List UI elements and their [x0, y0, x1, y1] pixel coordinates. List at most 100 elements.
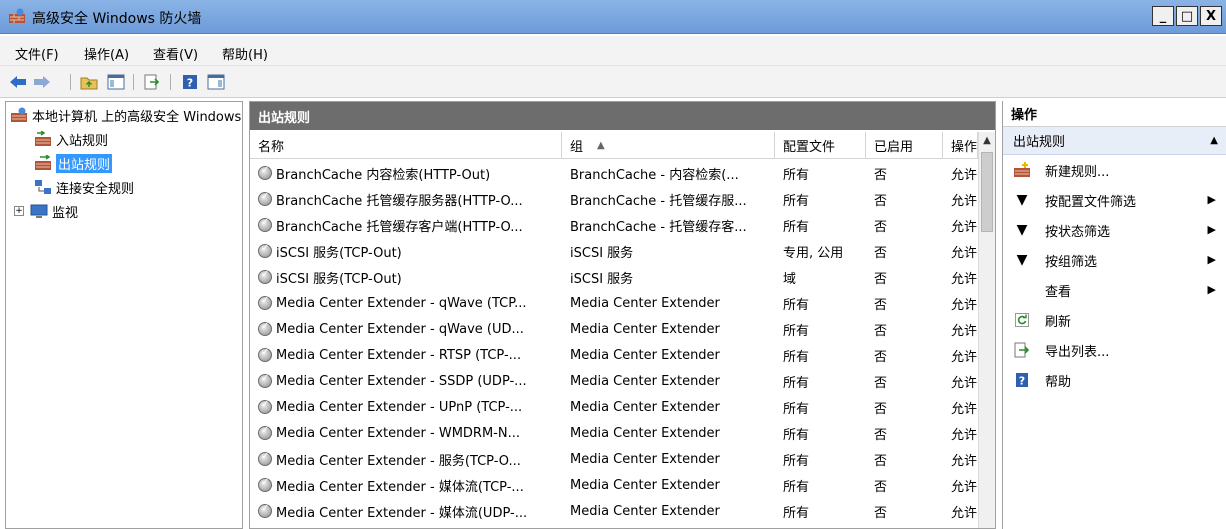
column-name[interactable]: 名称: [250, 132, 562, 159]
cell-text: BranchCache - 内容检索(...: [570, 167, 739, 183]
action-label: 按组筛选: [1045, 254, 1098, 270]
expand-toggle[interactable]: +: [14, 206, 24, 216]
actions-section-label: 出站规则: [1013, 135, 1066, 150]
cell-group: Media Center Extender: [570, 446, 775, 472]
cell-profile: 所有: [783, 186, 866, 212]
help-icon[interactable]: ?: [180, 72, 200, 92]
cell-text: Media Center Extender: [570, 399, 720, 415]
action-label: 帮助: [1045, 374, 1072, 390]
action-filter-group[interactable]: ▼ 按组筛选 ▶: [1003, 245, 1226, 275]
collapse-icon[interactable]: ▲: [1210, 135, 1218, 146]
cell-action: 允许: [951, 290, 978, 316]
column-enabled[interactable]: 已启用: [866, 132, 943, 159]
cell-enabled: 否: [874, 160, 943, 186]
menu-action[interactable]: 操作(A): [84, 44, 129, 63]
cell-action: 允许: [951, 264, 978, 290]
tree-root[interactable]: 本地计算机 上的高级安全 Windows: [10, 104, 241, 126]
table-row[interactable]: Media Center Extender - qWave (UD... Medi…: [250, 316, 978, 342]
table-row[interactable]: BranchCache 内容检索(HTTP-Out) BranchCache - …: [250, 160, 978, 186]
cell-text: iSCSI 服务: [570, 245, 634, 261]
vertical-scrollbar[interactable]: ▲: [978, 132, 995, 528]
cell-enabled: 否: [874, 264, 943, 290]
cell-text: Media Center Extender: [570, 451, 720, 467]
tree-item-monitor[interactable]: + 监视: [14, 200, 78, 222]
minimize-button[interactable]: _: [1152, 6, 1174, 26]
column-headers: 名称 组 ▲ 配置文件 已启用 操作: [250, 132, 995, 159]
cell-name: Media Center Extender - 媒体流(TCP-...: [258, 472, 562, 498]
table-row[interactable]: Media Center Extender - WMDRM-N... Media …: [250, 420, 978, 446]
cell-text: Media Center Extender - UPnP (TCP-...: [276, 399, 523, 415]
cell-name: BranchCache 托管缓存客户端(HTTP-O...: [258, 212, 562, 238]
export-list-icon[interactable]: [142, 72, 162, 92]
action-export-list[interactable]: 导出列表...: [1003, 335, 1226, 365]
table-row[interactable]: BranchCache 托管缓存客户端(HTTP-O... BranchCache…: [250, 212, 978, 238]
show-hide-tree-icon[interactable]: [106, 72, 126, 92]
window-title: 高级安全 Windows 防火墙: [32, 11, 202, 27]
cell-text: Media Center Extender - WMDRM-N...: [276, 425, 520, 441]
cell-text: BranchCache 托管缓存服务器(HTTP-O...: [276, 193, 523, 209]
menu-help[interactable]: 帮助(H): [222, 44, 268, 63]
cell-text: 所有: [783, 297, 810, 313]
cell-group: Media Center Extender: [570, 498, 775, 524]
filter-icon: ▼: [1016, 252, 1028, 268]
tree-item-inbound[interactable]: 入站规则: [34, 128, 108, 150]
action-filter-state[interactable]: ▼ 按状态筛选 ▶: [1003, 215, 1226, 245]
action-label: 按配置文件筛选: [1045, 194, 1137, 210]
actions-title: 操作: [1003, 101, 1226, 127]
table-row[interactable]: Media Center Extender - UPnP (TCP-... Med…: [250, 394, 978, 420]
maximize-button[interactable]: □: [1176, 6, 1198, 26]
table-row[interactable]: iSCSI 服务(TCP-Out) iSCSI 服务 专用, 公用 否 允许: [250, 238, 978, 264]
cell-text: 否: [874, 271, 888, 287]
disabled-rule-icon: [258, 399, 272, 414]
column-profile[interactable]: 配置文件: [775, 132, 866, 159]
column-action[interactable]: 操作: [943, 132, 978, 159]
action-new-rule[interactable]: 新建规则...: [1003, 155, 1226, 185]
table-row[interactable]: Media Center Extender - SSDP (UDP-... Med…: [250, 368, 978, 394]
tree-item-outbound[interactable]: 出站规则: [34, 152, 113, 174]
scroll-thumb[interactable]: [981, 152, 993, 232]
cell-name: Media Center Extender - UPnP (TCP-...: [258, 394, 562, 420]
refresh-icon: [1013, 312, 1031, 328]
close-button[interactable]: X: [1200, 6, 1222, 26]
cell-text: 允许: [951, 167, 978, 183]
table-row[interactable]: Media Center Extender - 媒体流(UDP-... Media…: [250, 498, 978, 524]
table-row[interactable]: iSCSI 服务(TCP-Out) iSCSI 服务 域 否 允许: [250, 264, 978, 290]
cell-text: Media Center Extender - SSDP (UDP-...: [276, 373, 527, 389]
column-group[interactable]: 组 ▲: [562, 132, 775, 159]
disabled-rule-icon: [258, 347, 272, 362]
scroll-up-icon[interactable]: ▲: [979, 132, 995, 149]
cell-text: 允许: [951, 245, 978, 261]
table-row[interactable]: Media Center Extender - qWave (TCP... Med…: [250, 290, 978, 316]
menu-file[interactable]: 文件(F): [15, 44, 59, 63]
cell-text: Media Center Extender - qWave (TCP...: [276, 295, 527, 311]
back-icon[interactable]: [8, 72, 28, 92]
disabled-rule-icon: [258, 269, 272, 284]
action-view[interactable]: 查看 ▶: [1003, 275, 1226, 305]
export-list-icon: [1013, 342, 1031, 358]
tree-item-connection-security[interactable]: 连接安全规则: [34, 176, 134, 198]
table-row[interactable]: Media Center Extender - 服务(TCP-O... Media…: [250, 446, 978, 472]
cell-profile: 所有: [783, 498, 866, 524]
action-refresh[interactable]: 刷新: [1003, 305, 1226, 335]
show-hide-action-icon[interactable]: [206, 72, 226, 92]
cell-text: 允许: [951, 349, 978, 365]
forward-icon[interactable]: [32, 72, 52, 92]
submenu-arrow-icon: ▶: [1207, 193, 1216, 206]
up-folder-icon[interactable]: [79, 72, 99, 92]
action-help[interactable]: ? 帮助: [1003, 365, 1226, 395]
cell-enabled: 否: [874, 498, 943, 524]
cell-enabled: 否: [874, 342, 943, 368]
actions-section-header[interactable]: 出站规则 ▲: [1003, 127, 1226, 155]
table-row[interactable]: Media Center Extender - 媒体流(TCP-... Media…: [250, 472, 978, 498]
action-filter-profile[interactable]: ▼ 按配置文件筛选 ▶: [1003, 185, 1226, 215]
cell-text: Media Center Extender - RTSP (TCP-...: [276, 347, 522, 363]
cell-profile: 所有: [783, 290, 866, 316]
cell-group: Media Center Extender: [570, 420, 775, 446]
table-row[interactable]: Media Center Extender - RTSP (TCP-... Med…: [250, 342, 978, 368]
toolbar: ?: [0, 66, 1226, 98]
cell-action: 允许: [951, 186, 978, 212]
action-label: 按状态筛选: [1045, 224, 1111, 240]
menu-view[interactable]: 查看(V): [153, 44, 198, 63]
cell-enabled: 否: [874, 446, 943, 472]
table-row[interactable]: BranchCache 托管缓存服务器(HTTP-O... BranchCache…: [250, 186, 978, 212]
